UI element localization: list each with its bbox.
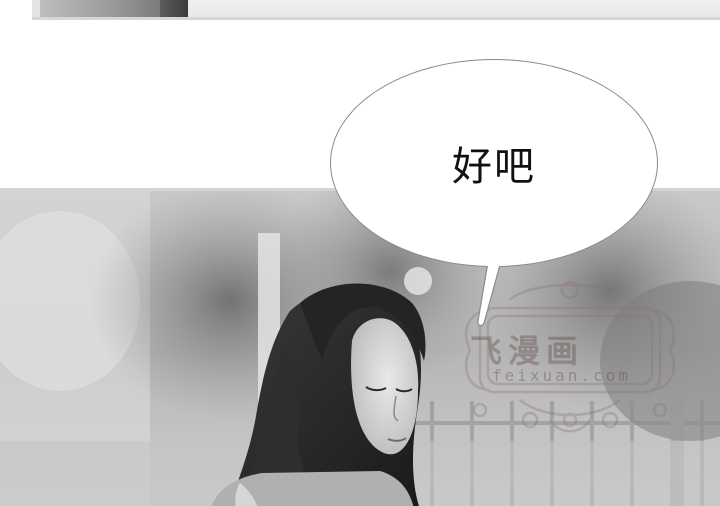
speech-bubble-text: 好吧 [452, 144, 536, 190]
comic-page: 飞漫画 feixuan.com 好吧 [0, 0, 720, 506]
